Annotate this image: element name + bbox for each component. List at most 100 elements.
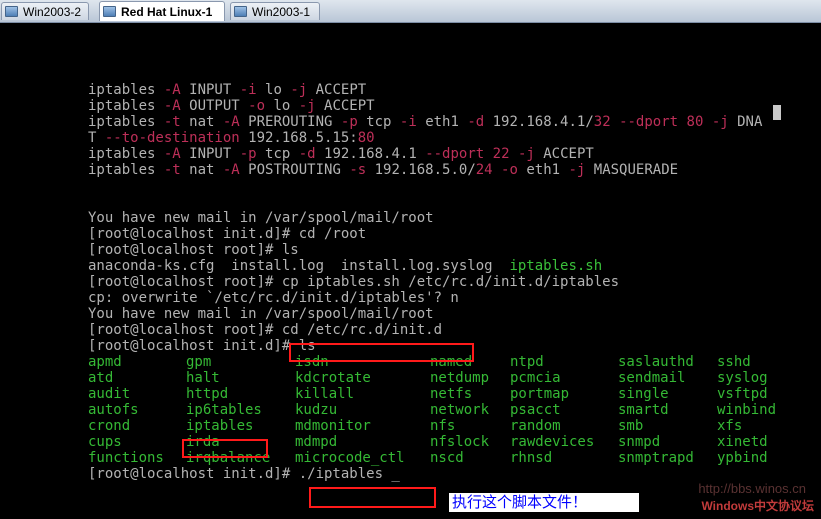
- ls-entry: rawdevices: [510, 434, 595, 450]
- ls-entry: mdmpd: [295, 434, 338, 450]
- ls-entry: winbind: [717, 402, 777, 418]
- ls-entry: sendmail: [618, 370, 686, 386]
- ls-entry: random: [510, 418, 561, 434]
- option-token: -A: [222, 114, 240, 130]
- ls-entry: psacct: [510, 402, 561, 418]
- text-token: POSTROUTING: [239, 162, 350, 178]
- ls-entry: cups: [88, 434, 122, 450]
- text-token: iptables: [88, 82, 164, 98]
- text-token: ACCEPT: [307, 82, 367, 98]
- terminal-line: [root@localhost root]# cp iptables.sh /e…: [88, 274, 619, 290]
- option-token: 24: [475, 162, 493, 178]
- text-token: iptables: [88, 98, 164, 114]
- text-token: lo: [265, 98, 299, 114]
- terminal-line: iptables -t nat -A PREROUTING -p tcp -i …: [88, 114, 762, 130]
- ls-entry: crond: [88, 418, 131, 434]
- option-token: -o: [248, 98, 266, 114]
- ls-entry: kudzu: [295, 402, 338, 418]
- terminal-line: iptables -A OUTPUT -o lo -j ACCEPT: [88, 98, 375, 114]
- ls-entry: snmpd: [618, 434, 661, 450]
- ls-entry: nfs: [430, 418, 456, 434]
- tab-bar: Win2003-2 Red Hat Linux-1 Win2003-1: [0, 0, 821, 23]
- ls-entry: syslog: [717, 370, 768, 386]
- ls-entry: snmptrapd: [618, 450, 694, 466]
- option-token: 80: [686, 114, 704, 130]
- text-token: INPUT: [180, 82, 240, 98]
- terminal-line: iptables -t nat -A POSTROUTING -s 192.16…: [88, 162, 678, 178]
- text-token: 192.168.4.1: [315, 146, 426, 162]
- ls-entry: kdcrotate: [295, 370, 371, 386]
- ls-entry: autofs: [88, 402, 139, 418]
- ls-entry: atd: [88, 370, 114, 386]
- ls-entry: halt: [186, 370, 220, 386]
- text-token: ACCEPT: [534, 146, 594, 162]
- ls-entry: nfslock: [430, 434, 490, 450]
- terminal-line: iptables -A INPUT -i lo -j ACCEPT: [88, 82, 366, 98]
- highlight-iptables-file: [182, 439, 268, 458]
- option-token: -A: [163, 82, 181, 98]
- text-token: [root@localhost root]# cd /etc/rc.d/init…: [88, 322, 443, 338]
- option-token: 80: [357, 130, 375, 146]
- ls-entry: mdmonitor: [295, 418, 371, 434]
- ls-entry: audit: [88, 386, 131, 402]
- option-token: 22: [492, 146, 510, 162]
- tab-label: Win2003-2: [23, 4, 82, 19]
- ls-entry: httpd: [186, 386, 229, 402]
- ls-entry: iptables: [186, 418, 254, 434]
- highlight-cd-command: [289, 343, 474, 362]
- ls-entry: xinetd: [717, 434, 768, 450]
- text-token: [root@localhost root]# cp iptables.sh /e…: [88, 274, 620, 290]
- text-token: [root@localhost root]# ls: [88, 242, 299, 258]
- text-token: DNA: [728, 114, 763, 130]
- option-token: -p: [340, 114, 358, 130]
- highlight-run-command: [309, 487, 436, 508]
- option-token: -s: [349, 162, 367, 178]
- annotation-label: 执行这个脚本文件！: [449, 493, 639, 512]
- ls-entry: microcode_ctl: [295, 450, 405, 466]
- option-token: -j: [517, 146, 535, 162]
- ls-entry: rhnsd: [510, 450, 553, 466]
- text-token: tcp: [256, 146, 299, 162]
- watermark-site: Windows中文协议坛: [701, 499, 814, 513]
- tab-red-hat-linux-1[interactable]: Red Hat Linux-1: [99, 1, 225, 21]
- option-token: --to-destination: [104, 130, 240, 146]
- ls-entry: ip6tables: [186, 402, 262, 418]
- tab-label: Win2003-1: [252, 4, 311, 19]
- text-token: [root@localhost init.d]# ls: [88, 338, 316, 354]
- text-token: nat: [180, 114, 223, 130]
- text-token: eth1: [416, 114, 468, 130]
- ls-entry: killall: [295, 386, 355, 402]
- ls-entry: portmap: [510, 386, 570, 402]
- text-token: 192.168.5.0/: [366, 162, 476, 178]
- text-token: cp: overwrite `/etc/rc.d/init.d/iptables…: [88, 290, 459, 306]
- ls-entry: pcmcia: [510, 370, 561, 386]
- option-token: -d: [467, 114, 485, 130]
- ls-entry: nscd: [430, 450, 464, 466]
- tab-win2003-2[interactable]: Win2003-2: [1, 2, 89, 20]
- terminal-line: [root@localhost init.d]# cd /root: [88, 226, 366, 242]
- terminal-line: You have new mail in /var/spool/mail/roo…: [88, 210, 434, 226]
- terminal-line: [root@localhost root]# cd /etc/rc.d/init…: [88, 322, 442, 338]
- ls-entry: sshd: [717, 354, 751, 370]
- text-token: iptables: [88, 146, 164, 162]
- text-token: [root@localhost init.d]# ./iptables _: [88, 466, 400, 482]
- ls-entry: single: [618, 386, 669, 402]
- vm-icon: [103, 6, 116, 17]
- text-token: MASQUERADE: [585, 162, 679, 178]
- text-token: 192.168.5.15:: [239, 130, 358, 146]
- option-token: 32: [593, 114, 611, 130]
- option-token: -i: [399, 114, 417, 130]
- ls-entry: smartd: [618, 402, 669, 418]
- terminal-line: [root@localhost init.d]# ls: [88, 338, 316, 354]
- tab-win2003-1[interactable]: Win2003-1: [230, 2, 320, 20]
- terminal-line: anaconda-ks.cfg install.log install.log.…: [88, 258, 602, 274]
- option-token: -d: [298, 146, 316, 162]
- text-token: tcp: [357, 114, 400, 130]
- terminal-line: [root@localhost init.d]# ./iptables _: [88, 466, 400, 482]
- ls-entry: xfs: [717, 418, 743, 434]
- ls-entry: apmd: [88, 354, 122, 370]
